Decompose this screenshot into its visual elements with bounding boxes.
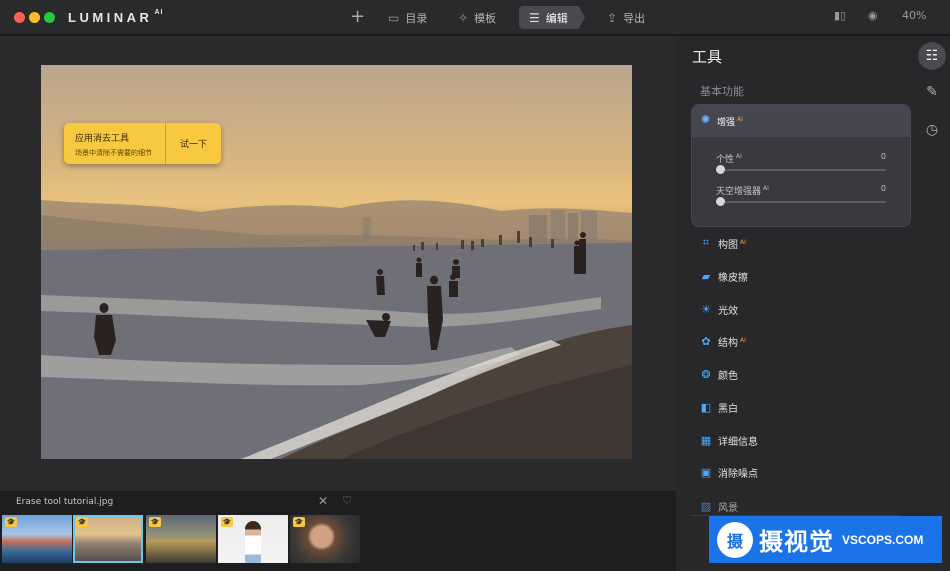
slider-value: 0 — [880, 184, 886, 193]
crop-icon: ⌗ — [702, 236, 710, 249]
watermark-cn-text: 摄视觉 — [759, 528, 834, 556]
tool-label: 构图 AI — [718, 238, 746, 251]
tool-structure[interactable]: ✿ 结构 AI — [700, 333, 746, 349]
thumbnail-2[interactable]: 🎓 — [73, 515, 143, 563]
zoom-level[interactable]: 40% — [902, 9, 926, 22]
thumbnail-3[interactable]: 🎓 — [146, 515, 216, 563]
tool-crop[interactable]: ⌗ 构图 AI — [700, 235, 746, 251]
eraser-icon: ▰ — [701, 269, 711, 283]
site-watermark: 摄 摄视觉 VSCOPS.COM — [709, 516, 942, 563]
share-icon: ⇪ — [607, 10, 618, 25]
tab-templates-label: 模板 — [474, 11, 497, 25]
sparkle-icon: ✺ — [701, 113, 711, 126]
denoise-icon: ▣ — [700, 465, 712, 479]
portrait-figure — [245, 521, 261, 563]
eye-icon[interactable]: ◉ — [868, 9, 878, 22]
magic-wand-icon: ✧ — [458, 10, 469, 25]
tutorial-cap-icon: 🎓 — [5, 517, 17, 527]
close-window-button[interactable] — [14, 12, 25, 23]
sun-icon: ☀ — [701, 302, 711, 316]
add-photos-button[interactable]: + — [350, 7, 365, 27]
brush-icon[interactable]: ✎ — [918, 78, 946, 106]
enhance-tool-label: 增强 AI — [717, 116, 743, 128]
slider-knob[interactable] — [716, 197, 725, 206]
tooltip-title: 应用消去工具 — [75, 134, 130, 144]
erase-tool-tooltip: 应用消去工具 场景中清除不需要的细节 试一下 — [64, 123, 221, 164]
thumbnail-1[interactable]: 🎓 — [2, 515, 72, 563]
image-canvas[interactable]: 应用消去工具 场景中清除不需要的细节 试一下 — [0, 36, 676, 491]
tool-black-white[interactable]: ◧ 黑白 — [700, 399, 738, 415]
tutorial-cap-icon: 🎓 — [149, 517, 161, 527]
enhance-tool-card[interactable]: ✺ 增强 AI — [691, 104, 911, 227]
tool-label: 消除噪点 — [718, 468, 758, 480]
section-essentials[interactable]: 基本功能 — [700, 83, 744, 99]
tools-sliders-icon[interactable]: ☷ — [918, 42, 946, 70]
favorite-heart-icon[interactable]: ♡ — [342, 494, 352, 507]
tutorial-cap-icon: 🎓 — [221, 517, 233, 527]
slider-track[interactable] — [716, 169, 886, 171]
black-white-icon: ◧ — [700, 400, 712, 414]
title-bar: LUMINAR AI + ▭ 目录 ✧ 模板 ☰ 编辑 ⇪ 导出 ▮▯ ◉ 40% — [0, 0, 950, 35]
landscape-icon: ▨ — [700, 499, 712, 513]
side-rail: ☷ ✎ ◷ — [916, 36, 950, 571]
tool-label: 橡皮擦 — [718, 272, 748, 284]
tools-panel: 工具 基本功能 ✺ 增强 AI 个性 AI 0 天空增强器 AI 0 ⌗ 构图 AI ▰… — [676, 36, 916, 571]
folder-icon: ▭ — [388, 10, 400, 25]
tab-templates[interactable]: ✧ 模板 — [448, 6, 506, 29]
history-clock-icon[interactable]: ◷ — [918, 116, 946, 144]
color-circles-icon: ❂ — [701, 367, 711, 381]
compare-icon[interactable]: ▮▯ — [834, 9, 846, 22]
watermark-en-text: VSCOPS.COM — [842, 532, 924, 547]
tab-catalog-label: 目录 — [405, 11, 428, 25]
tab-catalog[interactable]: ▭ 目录 — [378, 6, 437, 29]
tool-label: 风景 — [718, 502, 738, 514]
tool-color[interactable]: ❂ 颜色 — [700, 366, 738, 382]
try-it-button[interactable]: 试一下 — [166, 123, 221, 164]
tooltip-subtitle: 场景中清除不需要的细节 — [75, 149, 152, 157]
tooltip-text: 应用消去工具 场景中清除不需要的细节 — [64, 123, 166, 164]
panel-title: 工具 — [692, 48, 723, 66]
slider-knob[interactable] — [716, 165, 725, 174]
watermark-logo: 摄 — [717, 521, 753, 558]
slider-label: 天空增强器 AI — [716, 185, 769, 197]
tool-denoise[interactable]: ▣ 消除噪点 — [700, 464, 758, 480]
slider-track[interactable] — [716, 201, 886, 203]
tool-label: 光效 — [718, 305, 738, 317]
sliders-icon: ☰ — [529, 10, 540, 25]
tab-export-label: 导出 — [623, 11, 646, 25]
tool-label: 结构 AI — [718, 336, 746, 349]
tab-export[interactable]: ⇪ 导出 — [597, 6, 655, 29]
tab-edit[interactable]: ☰ 编辑 — [519, 6, 585, 29]
details-grid-icon: ▦ — [700, 433, 712, 447]
structure-icon: ✿ — [701, 334, 711, 348]
reject-icon[interactable]: ✕ — [318, 494, 328, 508]
zoom-window-button[interactable] — [44, 12, 55, 23]
thumbnail-5[interactable]: 🎓 — [290, 515, 360, 563]
tool-label: 黑白 — [718, 403, 738, 415]
current-filename: Erase tool tutorial.jpg — [16, 497, 114, 507]
tool-label: 详细信息 — [718, 436, 758, 448]
enhance-tool-header[interactable]: ✺ 增强 AI — [692, 105, 910, 137]
filmstrip: Erase tool tutorial.jpg ✕ ♡ 🎓 🎓 🎓 🎓 🎓 — [0, 491, 676, 571]
tool-details[interactable]: ▦ 详细信息 — [700, 432, 758, 448]
tab-edit-label: 编辑 — [545, 11, 568, 25]
tool-eraser[interactable]: ▰ 橡皮擦 — [700, 268, 748, 284]
tool-light[interactable]: ☀ 光效 — [700, 301, 738, 317]
thumbnail-4[interactable]: 🎓 — [218, 515, 288, 563]
slider-value: 0 — [880, 152, 886, 161]
slider-label: 个性 AI — [716, 153, 742, 165]
minimize-window-button[interactable] — [29, 12, 40, 23]
tool-landscape[interactable]: ▨ 风景 — [700, 498, 738, 514]
app-logo: LUMINAR AI — [68, 8, 164, 25]
tool-label: 颜色 — [718, 370, 738, 382]
tutorial-cap-icon: 🎓 — [76, 517, 88, 527]
tutorial-cap-icon: 🎓 — [293, 517, 305, 527]
